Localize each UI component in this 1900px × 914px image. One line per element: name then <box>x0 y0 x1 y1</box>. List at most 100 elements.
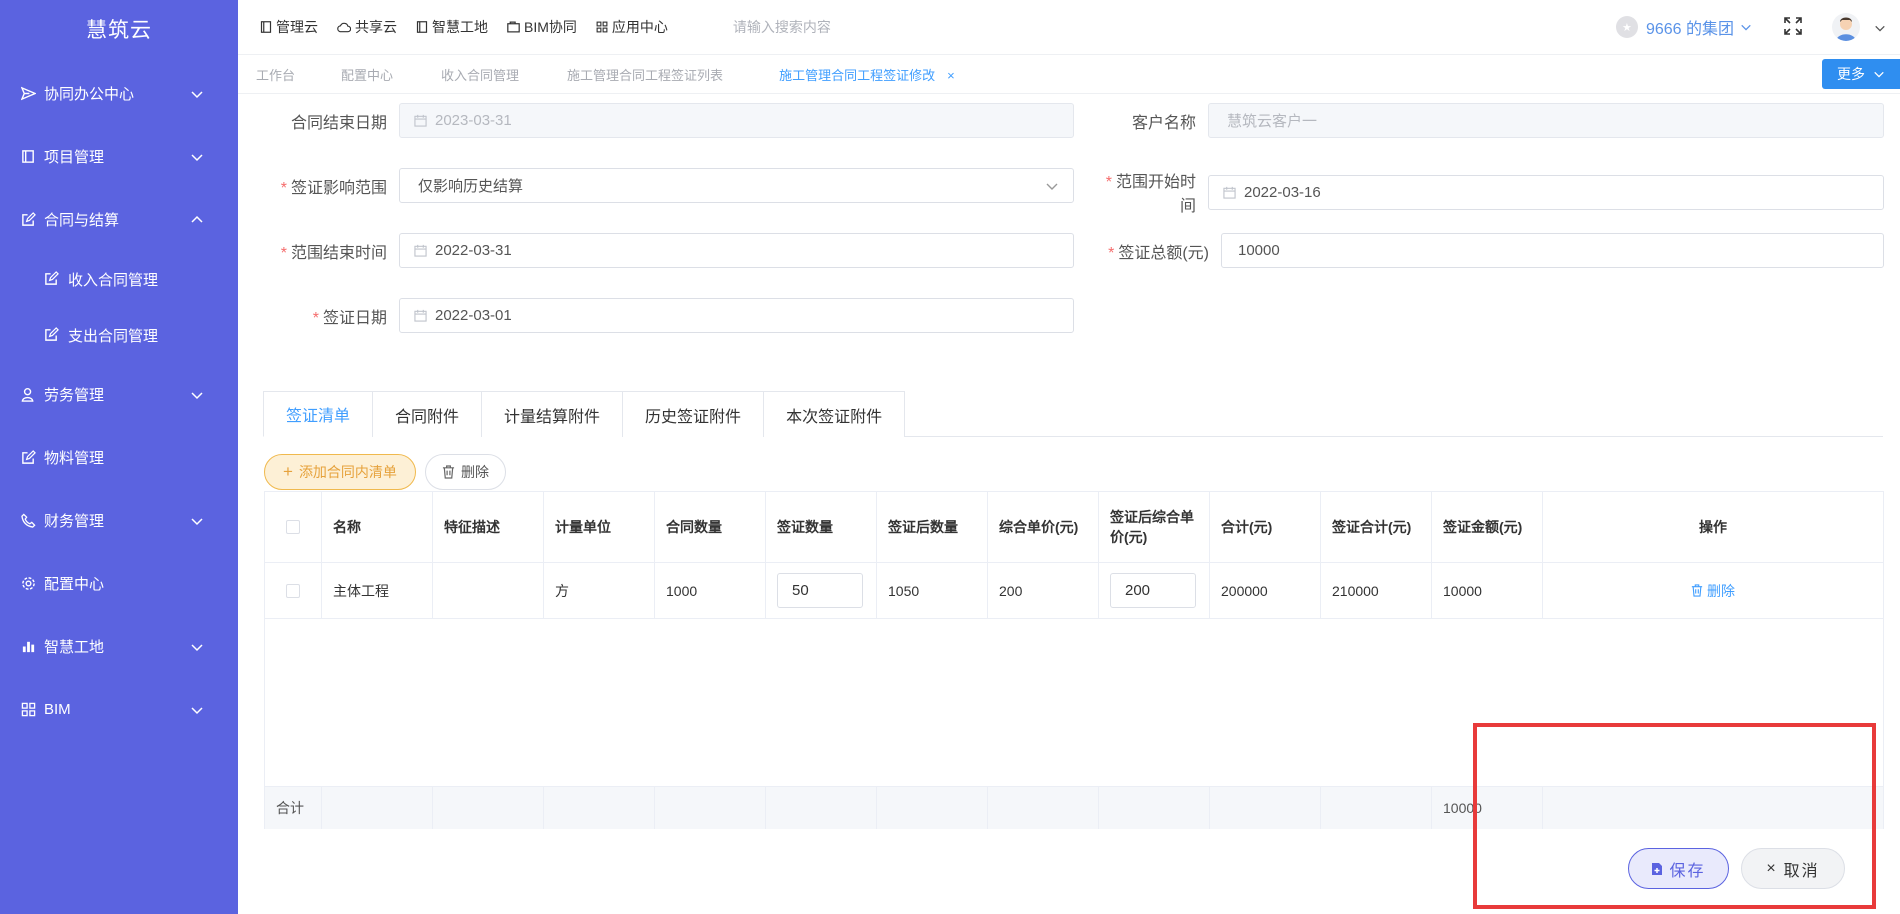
field-label-text: 范围结束时间 <box>290 244 387 262</box>
select-all-checkbox[interactable] <box>286 520 300 534</box>
top-link-management[interactable]: 管理云 <box>260 17 318 37</box>
table-header: 名称 特征描述 计量单位 合同数量 签证数量 签证后数量 综合单价(元) 签证后… <box>265 492 1883 563</box>
top-link-apps[interactable]: 应用中心 <box>596 17 668 37</box>
tab-visa-edit[interactable]: 施工管理合同工程签证修改 × <box>779 65 973 84</box>
close-icon[interactable]: × <box>947 68 955 83</box>
sidebar-item-project[interactable]: 项目管理 <box>0 125 238 188</box>
app-logo: 慧筑云 <box>86 19 152 42</box>
group-selector[interactable]: ★ 9666 的集团 <box>1615 15 1752 39</box>
more-label: 更多 <box>1837 66 1865 82</box>
after-price-input[interactable]: 200 <box>1110 573 1196 608</box>
sidebar-item-finance[interactable]: 财务管理 <box>0 489 238 552</box>
top-link-share[interactable]: 共享云 <box>337 17 397 37</box>
field-total: * 签证总额(元) 10000 <box>1090 233 1884 268</box>
tab-config[interactable]: 配置中心 <box>341 65 411 84</box>
edit-icon <box>20 450 36 466</box>
tab-current-attachments[interactable]: 本次签证附件 <box>763 391 906 437</box>
sidebar-item-contract[interactable]: 合同与结算 <box>0 188 238 251</box>
field-value: 2023-03-31 <box>435 112 512 129</box>
range-end-input[interactable]: 2022-03-31 <box>399 233 1074 268</box>
field-value: 10000 <box>1238 242 1280 259</box>
total-input[interactable]: 10000 <box>1221 233 1884 268</box>
sidebar-item-income-contract[interactable]: 收入合同管理 <box>0 251 238 307</box>
tab-visa-list[interactable]: 签证清单 <box>263 391 374 437</box>
scope-select[interactable]: 仅影响历史结算 <box>399 168 1074 203</box>
field-label: * 范围开始时间 <box>1090 168 1208 216</box>
header-cell: 操作 <box>1699 519 1727 535</box>
visa-qty-input[interactable]: 50 <box>777 573 863 608</box>
cell-after-qty: 1050 <box>877 563 988 618</box>
field-range-start: * 范围开始时间 2022-03-16 <box>1090 168 1884 216</box>
phone-icon <box>20 513 36 529</box>
sidebar-item-label: 合同与结算 <box>44 212 120 229</box>
sidebar-item-label: 物料管理 <box>44 450 105 467</box>
field-customer: 客户名称 慧筑云客户一 <box>1090 103 1884 138</box>
save-button[interactable]: 保存 <box>1628 848 1729 889</box>
field-scope: * 签证影响范围 仅影响历史结算 <box>264 168 1074 203</box>
chevron-down-icon <box>191 643 203 651</box>
detail-tabs: 签证清单 合同附件 计量结算附件 历史签证附件 本次签证附件 <box>263 391 1883 437</box>
delete-button[interactable]: 删除 <box>425 454 506 490</box>
tab-visa-list[interactable]: 施工管理合同工程签证列表 <box>567 65 741 84</box>
row-delete-button[interactable]: 删除 <box>1691 581 1735 601</box>
header-cell: 签证后数量 <box>877 492 988 562</box>
field-label-text: 范围开始时间 <box>1115 174 1196 215</box>
top-link-smart-site[interactable]: 智慧工地 <box>416 17 488 37</box>
fullscreen-icon[interactable] <box>1784 17 1802 35</box>
field-label-text: 签证影响范围 <box>290 179 387 197</box>
calendar-icon <box>1223 186 1236 199</box>
save-file-icon <box>1652 862 1663 875</box>
sidebar-item-material[interactable]: 物料管理 <box>0 426 238 489</box>
tab-workbench[interactable]: 工作台 <box>238 65 313 84</box>
top-link-label: 共享云 <box>355 19 397 35</box>
sidebar-item-label: 配置中心 <box>44 576 105 593</box>
tab-contract-attachments[interactable]: 合同附件 <box>372 391 483 437</box>
sidebar-item-collab[interactable]: 协同办公中心 <box>0 62 238 125</box>
top-link-bim[interactable]: BIM协同 <box>507 17 577 37</box>
range-start-input[interactable]: 2022-03-16 <box>1208 174 1884 210</box>
search-input[interactable]: 请输入搜索内容 <box>733 17 1033 37</box>
add-contract-item-button[interactable]: + 添加合同内清单 <box>264 454 416 490</box>
header-cell: 计量单位 <box>544 492 655 562</box>
header-cell: 综合单价(元) <box>988 492 1099 562</box>
field-label: * 签证总额(元) <box>1090 239 1221 263</box>
sidebar-item-expense-contract[interactable]: 支出合同管理 <box>0 307 238 363</box>
send-icon <box>20 86 36 102</box>
sidebar-item-config[interactable]: 配置中心 <box>0 552 238 615</box>
tab-history-attachments[interactable]: 历史签证附件 <box>622 391 765 437</box>
field-label: 合同结束日期 <box>290 114 387 132</box>
close-icon: × <box>1766 859 1778 877</box>
gear-icon <box>20 576 36 592</box>
chevron-down-icon[interactable] <box>1874 22 1886 34</box>
row-checkbox[interactable] <box>286 583 300 598</box>
visa-date-input[interactable]: 2022-03-01 <box>399 298 1074 333</box>
field-value: 2022-03-31 <box>435 242 512 259</box>
avatar[interactable] <box>1832 13 1860 41</box>
grid-icon <box>596 21 608 33</box>
page-tabs: 工作台 配置中心 收入合同管理 施工管理合同工程签证列表 施工管理合同工程签证修… <box>238 54 1900 94</box>
field-value: 2022-03-16 <box>1244 183 1321 201</box>
more-button[interactable]: 更多 <box>1822 59 1900 89</box>
sidebar-item-label: 劳务管理 <box>44 387 105 404</box>
book-icon <box>416 21 428 33</box>
field-visa-date: * 签证日期 2022-03-01 <box>264 298 1074 333</box>
tab-measure-attachments[interactable]: 计量结算附件 <box>481 391 624 437</box>
sidebar-item-bim[interactable]: BIM <box>0 678 238 741</box>
sidebar-item-label: 智慧工地 <box>44 639 105 656</box>
sidebar-item-label: 项目管理 <box>44 149 105 166</box>
cell-contract-qty: 1000 <box>655 563 766 618</box>
tab-income-contract[interactable]: 收入合同管理 <box>441 65 537 84</box>
cell-visa-qty: 50 <box>766 563 877 618</box>
cell-visa-total: 210000 <box>1321 563 1432 618</box>
cancel-button[interactable]: × 取消 <box>1741 848 1845 889</box>
tab-label: 施工管理合同工程签证修改 <box>779 67 936 83</box>
footer-cell <box>655 787 766 829</box>
top-link-label: BIM协同 <box>524 19 577 35</box>
chevron-down-icon <box>191 706 203 714</box>
cell-desc <box>433 563 544 618</box>
sidebar-item-smart-site[interactable]: 智慧工地 <box>0 615 238 678</box>
group-logo-icon: ★ <box>1615 16 1638 38</box>
button-label: 取消 <box>1783 862 1820 880</box>
sidebar-item-labor[interactable]: 劳务管理 <box>0 363 238 426</box>
cell-total: 200000 <box>1210 563 1321 618</box>
